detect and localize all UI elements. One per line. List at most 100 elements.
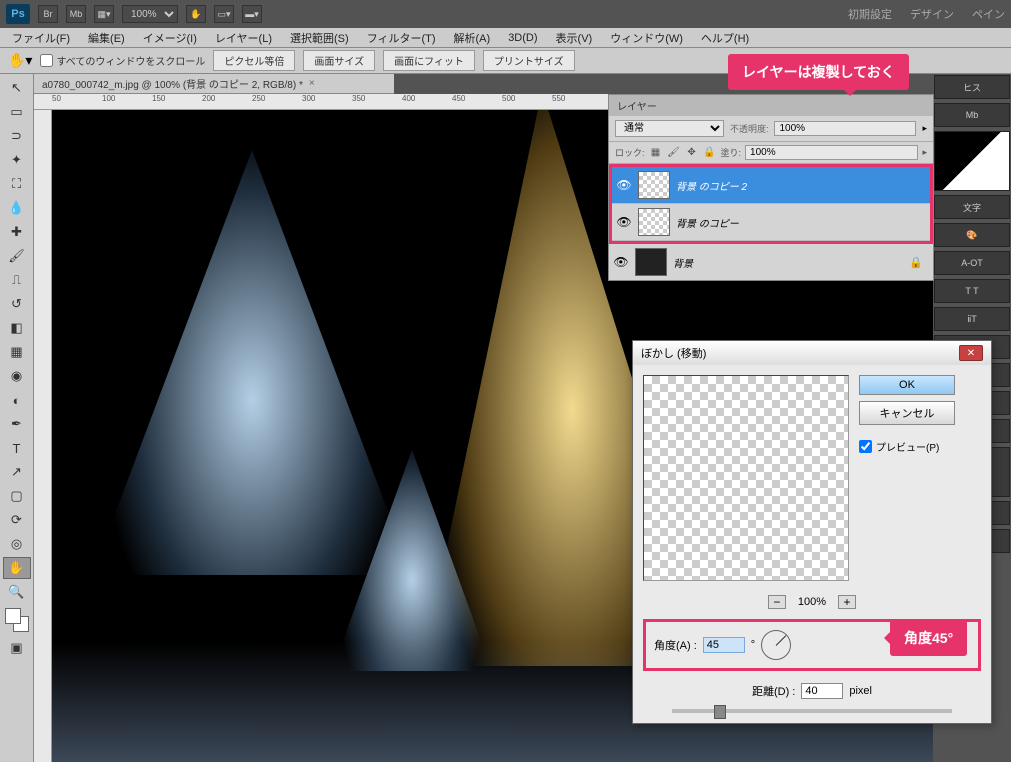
zoom-out-button[interactable]: −	[768, 595, 786, 609]
mb-panel[interactable]: Mb	[934, 103, 1010, 127]
print-size-button[interactable]: プリントサイズ	[483, 50, 575, 71]
type-options[interactable]: T T	[934, 279, 1010, 303]
layer-name[interactable]: 背景	[673, 255, 693, 270]
hand-icon: ✋▾	[8, 52, 32, 69]
hand-tool-icon[interactable]: ✋	[186, 5, 206, 23]
angle-input[interactable]	[703, 637, 745, 653]
preview-check[interactable]: プレビュー(P)	[859, 439, 955, 454]
ok-button[interactable]: OK	[859, 375, 955, 395]
dialog-titlebar[interactable]: ぼかし (移動) ✕	[633, 341, 991, 365]
heal-tool[interactable]: ✚	[3, 221, 31, 243]
3d-tool[interactable]: ⟳	[3, 509, 31, 531]
gradient-tool[interactable]: ▦	[3, 341, 31, 363]
crop-tool[interactable]: ⛶	[3, 173, 31, 195]
angle-label: 角度(A) :	[654, 637, 697, 653]
type-tool[interactable]: T	[3, 437, 31, 459]
lock-move-icon[interactable]: ✥	[685, 146, 699, 160]
blur-tool[interactable]: ◉	[3, 365, 31, 387]
view-icon[interactable]: ▭▾	[214, 5, 234, 23]
layer-row[interactable]: 👁 背景 のコピー 2	[612, 167, 930, 204]
lasso-tool[interactable]: ⊃	[3, 125, 31, 147]
visibility-icon[interactable]: 👁	[616, 178, 632, 192]
mb-icon[interactable]: Mb	[66, 5, 86, 23]
menu-help[interactable]: ヘルプ(H)	[693, 28, 757, 48]
eyedropper-tool[interactable]: 💧	[3, 197, 31, 219]
hand-tool[interactable]: ✋	[3, 557, 31, 579]
doc-layout-icon[interactable]: ▦▾	[94, 5, 114, 23]
3d-camera-tool[interactable]: ◎	[3, 533, 31, 555]
distance-label: 距離(D) :	[752, 683, 795, 699]
layers-panel-title: レイヤー	[609, 95, 933, 116]
visibility-icon[interactable]: 👁	[616, 215, 632, 229]
close-tab-icon[interactable]: ×	[309, 78, 315, 89]
motion-blur-dialog: ぼかし (移動) ✕ OK キャンセル プレビュー(P) − 100% + 角度…	[632, 340, 992, 724]
layer-row[interactable]: 👁 背景 のコピー	[612, 204, 930, 241]
distance-slider[interactable]	[672, 709, 952, 713]
wand-tool[interactable]: ✦	[3, 149, 31, 171]
fill-arrow-icon[interactable]: ▸	[922, 147, 927, 158]
menu-analysis[interactable]: 解析(A)	[446, 28, 499, 48]
layer-name[interactable]: 背景 のコピー 2	[676, 178, 747, 193]
document-tab[interactable]: a0780_000742_m.jpg @ 100% (背景 のコピー 2, RG…	[34, 74, 394, 94]
layer-thumbnail[interactable]	[638, 208, 670, 236]
marquee-tool[interactable]: ▭	[3, 101, 31, 123]
stamp-tool[interactable]: ⎍	[3, 269, 31, 291]
lock-transparent-icon[interactable]: ▦	[649, 146, 663, 160]
zoom-in-button[interactable]: +	[838, 595, 856, 609]
history-brush-tool[interactable]: ↺	[3, 293, 31, 315]
dodge-tool[interactable]: ◐	[3, 389, 31, 411]
layer-thumbnail[interactable]	[638, 171, 670, 199]
lock-all-icon[interactable]: 🔒	[703, 146, 717, 160]
layer-thumbnail[interactable]	[635, 248, 667, 276]
pen-tool[interactable]: ✒	[3, 413, 31, 435]
char-panel[interactable]: 文字	[934, 195, 1010, 219]
scroll-all-check[interactable]: すべてのウィンドウをスクロール	[40, 53, 205, 68]
menu-image[interactable]: イメージ(I)	[135, 28, 205, 48]
swatches-icon[interactable]: 🎨	[934, 223, 1010, 247]
brush-tool[interactable]: 🖌	[3, 245, 31, 267]
menu-layer[interactable]: レイヤー(L)	[207, 28, 280, 48]
shape-tool[interactable]: ▢	[3, 485, 31, 507]
link-design[interactable]: デザイン	[910, 6, 954, 22]
angle-unit: °	[751, 639, 755, 651]
eraser-tool[interactable]: ◧	[3, 317, 31, 339]
close-icon[interactable]: ✕	[959, 345, 983, 361]
menu-filter[interactable]: フィルター(T)	[359, 28, 444, 48]
opacity-input[interactable]	[774, 121, 916, 136]
zoom-tool[interactable]: 🔍	[3, 581, 31, 603]
blend-mode-select[interactable]: 通常	[615, 120, 724, 137]
br-icon[interactable]: Br	[38, 5, 58, 23]
path-tool[interactable]: ↗	[3, 461, 31, 483]
menu-window[interactable]: ウィンドウ(W)	[602, 28, 691, 48]
link-prefs[interactable]: 初期設定	[848, 6, 892, 22]
layer-name[interactable]: 背景 のコピー	[676, 215, 739, 230]
screen-icon[interactable]: ▬▾	[242, 5, 262, 23]
quickmask-tool[interactable]: ▣	[3, 637, 31, 659]
move-tool[interactable]: ↖	[3, 77, 31, 99]
fit-screen-button[interactable]: 画面サイズ	[303, 50, 375, 71]
actual-pixels-button[interactable]: ピクセル等倍	[213, 50, 295, 71]
distance-input[interactable]	[801, 683, 843, 699]
callout-layers: レイヤーは複製しておく	[728, 54, 909, 90]
angle-dial[interactable]	[761, 630, 791, 660]
fg-color[interactable]	[5, 608, 21, 624]
lock-paint-icon[interactable]: 🖌	[667, 146, 681, 160]
menu-select[interactable]: 選択範囲(S)	[282, 28, 357, 48]
histogram-panel[interactable]: ヒス	[934, 75, 1010, 99]
link-paint[interactable]: ペイン	[972, 6, 1005, 22]
menu-file[interactable]: ファイル(F)	[4, 28, 78, 48]
fill-screen-button[interactable]: 画面にフィット	[383, 50, 475, 71]
font-panel[interactable]: A-OT	[934, 251, 1010, 275]
app-topbar: Ps Br Mb ▦▾ 100% ✋ ▭▾ ▬▾ 初期設定 デザイン ペイン	[0, 0, 1011, 28]
menu-edit[interactable]: 編集(E)	[80, 28, 133, 48]
visibility-icon[interactable]: 👁	[613, 255, 629, 269]
cancel-button[interactable]: キャンセル	[859, 401, 955, 425]
menu-3d[interactable]: 3D(D)	[500, 30, 545, 46]
type-scale[interactable]: ⅱT	[934, 307, 1010, 331]
layer-row-background[interactable]: 👁 背景 🔒	[609, 244, 933, 280]
opacity-arrow-icon[interactable]: ▸	[922, 123, 927, 134]
menu-view[interactable]: 表示(V)	[548, 28, 601, 48]
color-swatch[interactable]	[5, 608, 29, 632]
fill-input[interactable]	[745, 145, 918, 160]
zoom-select[interactable]: 100%	[122, 5, 178, 23]
